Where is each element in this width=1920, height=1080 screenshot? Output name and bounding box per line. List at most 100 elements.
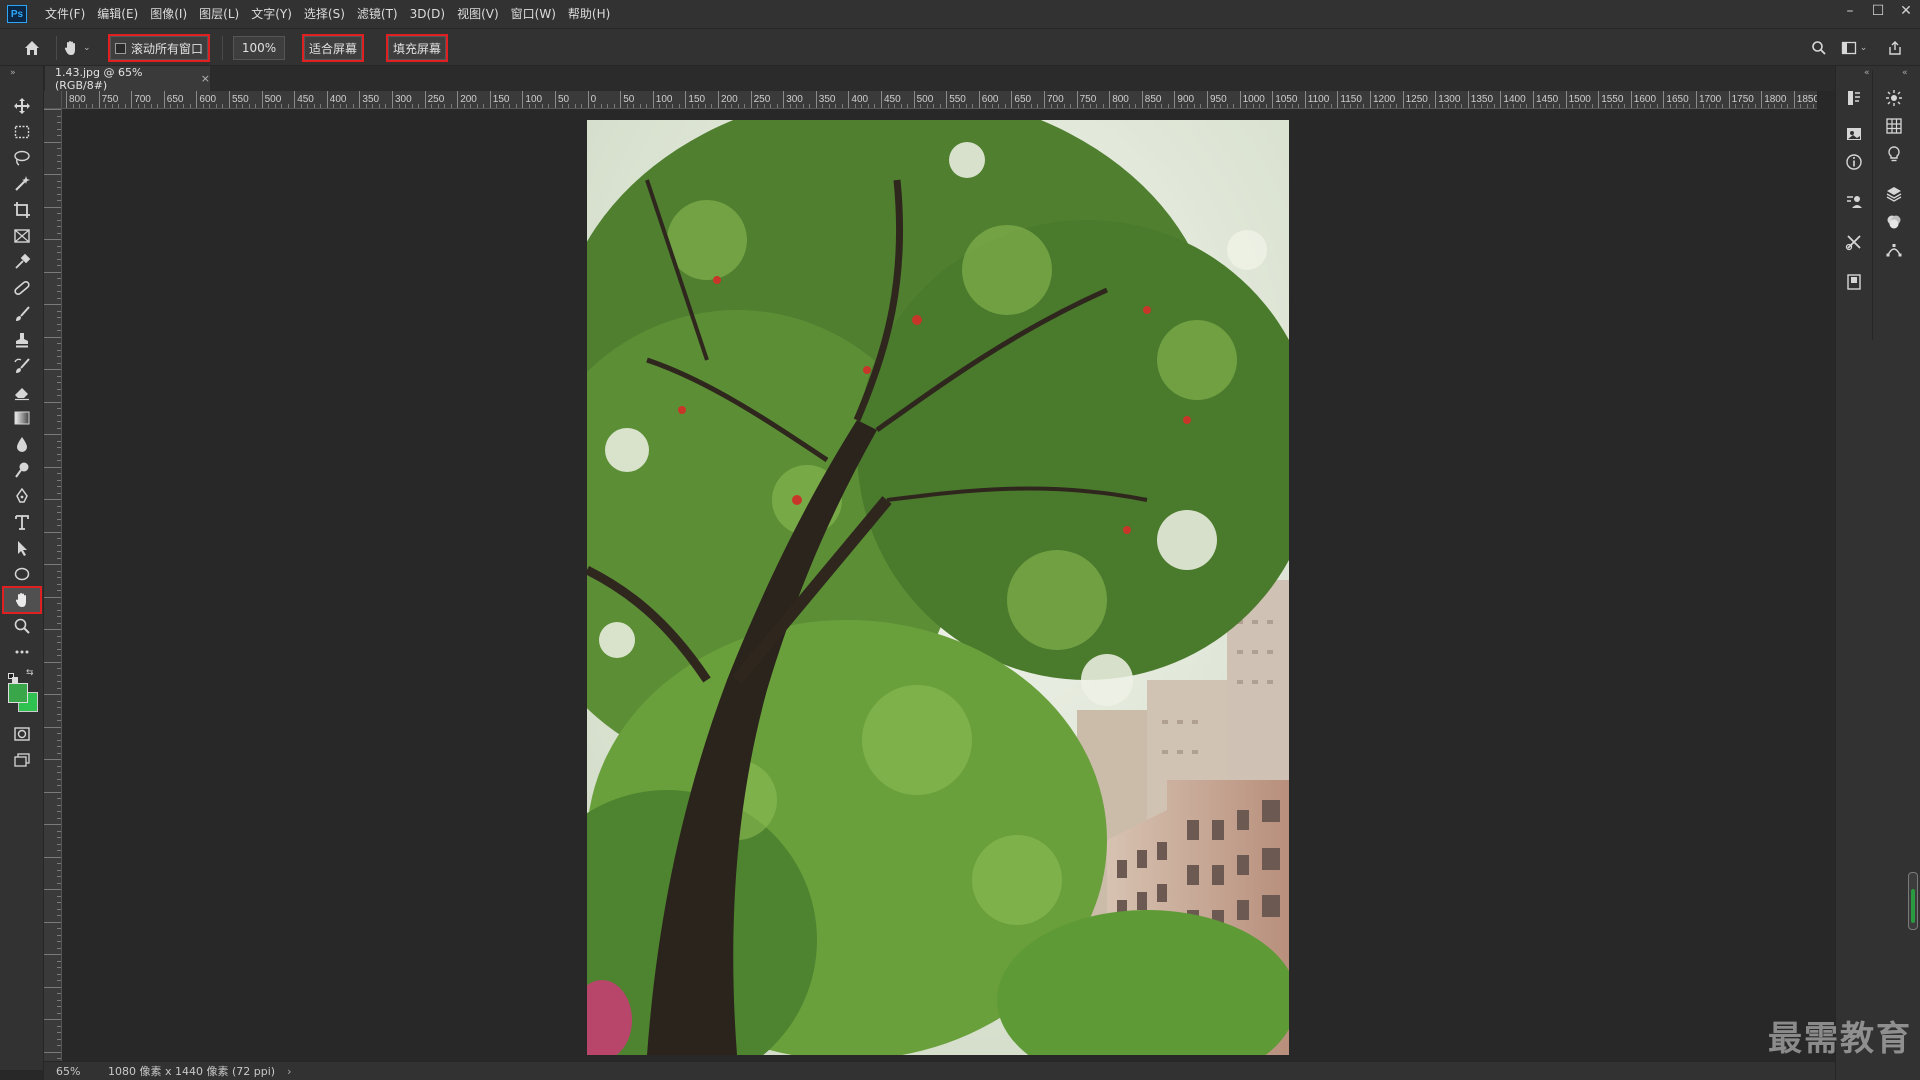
ruler-minor-tick <box>1624 104 1626 108</box>
swap-colors-icon[interactable]: ⇆ <box>26 668 36 678</box>
ruler-minor-tick <box>763 104 765 108</box>
marquee-tool[interactable] <box>4 120 40 144</box>
canvas-area[interactable] <box>62 109 1817 1061</box>
quick-mask-button[interactable] <box>4 722 40 746</box>
healing-brush-tool[interactable] <box>4 276 40 300</box>
collapse-right-arrows-icon[interactable]: « <box>1902 68 1908 78</box>
menu-help[interactable]: 帮助(H) <box>562 0 616 28</box>
share-icon[interactable] <box>1884 37 1906 59</box>
path-selection-tool[interactable] <box>4 536 40 560</box>
ruler-minor-tick <box>1669 104 1671 108</box>
menu-edit[interactable]: 编辑(E) <box>91 0 144 28</box>
screen-mode-button[interactable] <box>4 748 40 772</box>
close-button[interactable]: ✕ <box>1892 0 1920 22</box>
edit-toolbar-button[interactable] <box>4 640 40 664</box>
document-tab[interactable]: 1.43.jpg @ 65%(RGB/8#) × <box>45 66 210 92</box>
character-panel-icon[interactable] <box>1842 190 1866 214</box>
lasso-tool[interactable] <box>4 146 40 170</box>
ruler-major-tick <box>750 91 752 108</box>
frame-tool[interactable] <box>4 224 40 248</box>
gradient-tool[interactable] <box>4 406 40 430</box>
status-zoom[interactable]: 65% <box>56 1065 96 1078</box>
crop-tool[interactable] <box>4 198 40 222</box>
eyedropper-tool[interactable] <box>4 250 40 274</box>
ruler-label: 200 <box>721 94 738 105</box>
workspace-switcher[interactable]: ⌄ <box>1838 37 1870 59</box>
notes-panel-icon[interactable] <box>1842 270 1866 294</box>
history-panel-icon[interactable] <box>1842 86 1866 110</box>
paths-panel-icon[interactable] <box>1882 238 1906 262</box>
menu-image[interactable]: 图像(I) <box>144 0 193 28</box>
foreground-color-swatch[interactable] <box>8 683 28 703</box>
menu-type[interactable]: 文字(Y) <box>245 0 298 28</box>
ruler-minor-tick <box>57 1032 61 1033</box>
hand-tool-preset-picker[interactable]: ⌄ <box>62 37 98 59</box>
ruler-origin[interactable] <box>44 91 62 109</box>
default-colors-icon[interactable] <box>8 668 18 683</box>
menu-view[interactable]: 视图(V) <box>451 0 505 28</box>
ruler-minor-tick <box>1363 104 1365 108</box>
ruler-minor-tick <box>57 609 61 611</box>
zoom-100-button[interactable]: 100% <box>233 36 285 60</box>
ruler-minor-tick <box>320 104 322 108</box>
document-image[interactable] <box>587 120 1289 1055</box>
fill-screen-button[interactable]: 填充屏幕 <box>386 34 448 62</box>
menu-window[interactable]: 窗口(W) <box>505 0 562 28</box>
menu-3d[interactable]: 3D(D) <box>404 0 451 28</box>
ellipse-tool[interactable] <box>4 562 40 586</box>
scroll-all-windows-checkbox[interactable]: 滚动所有窗口 <box>108 34 210 62</box>
ruler-minor-tick <box>57 999 61 1001</box>
ruler-minor-tick <box>57 869 61 871</box>
pen-tool[interactable] <box>4 484 40 508</box>
learn-panel-icon[interactable] <box>1882 142 1906 166</box>
swatches-panel-icon[interactable] <box>1882 114 1906 138</box>
move-tool[interactable] <box>4 94 40 118</box>
blur-tool[interactable] <box>4 432 40 456</box>
type-tool[interactable] <box>4 510 40 534</box>
libraries-panel-icon[interactable] <box>1842 122 1866 146</box>
magic-wand-tool[interactable] <box>4 172 40 196</box>
color-panel-icon[interactable] <box>1882 86 1906 110</box>
panel-scrollbar[interactable] <box>1908 872 1918 930</box>
zoom-tool[interactable] <box>4 614 40 638</box>
eraser-tool[interactable] <box>4 380 40 404</box>
tools-panel: » ⇆ <box>0 66 44 1070</box>
ruler-minor-tick <box>1454 104 1456 108</box>
home-icon[interactable] <box>20 37 44 59</box>
hand-tool[interactable] <box>2 586 42 614</box>
scrollbar-thumb[interactable] <box>1911 889 1915 923</box>
history-brush-tool[interactable] <box>4 354 40 378</box>
fit-screen-button[interactable]: 适合屏幕 <box>302 34 364 62</box>
dodge-tool[interactable] <box>4 458 40 482</box>
minimize-button[interactable]: – <box>1836 0 1864 22</box>
ruler-minor-tick <box>920 104 922 108</box>
brush-tool[interactable] <box>4 302 40 326</box>
menu-file[interactable]: 文件(F) <box>39 0 91 28</box>
ruler-minor-tick <box>372 104 374 108</box>
ruler-minor-tick <box>1135 104 1137 108</box>
ruler-major-tick <box>1435 91 1437 108</box>
tool-presets-panel-icon[interactable] <box>1842 230 1866 254</box>
ruler-minor-tick <box>854 104 856 108</box>
clone-stamp-tool[interactable] <box>4 328 40 352</box>
layers-panel-icon[interactable] <box>1882 182 1906 206</box>
ruler-minor-tick <box>57 642 61 643</box>
collapse-left-arrows-icon[interactable]: « <box>1864 68 1870 78</box>
ruler-minor-tick <box>57 681 61 682</box>
info-panel-icon[interactable] <box>1842 150 1866 174</box>
collapse-arrows-icon[interactable]: » <box>10 68 16 78</box>
ruler-minor-tick <box>346 104 348 108</box>
menu-select[interactable]: 选择(S) <box>298 0 351 28</box>
channels-panel-icon[interactable] <box>1882 210 1906 234</box>
vertical-ruler[interactable] <box>44 109 62 1061</box>
restore-button[interactable]: ☐ <box>1864 0 1892 22</box>
close-tab-icon[interactable]: × <box>201 72 210 85</box>
menu-filter[interactable]: 滤镜(T) <box>351 0 404 28</box>
status-menu-arrow-icon[interactable]: › <box>287 1065 291 1078</box>
search-icon[interactable] <box>1808 37 1830 59</box>
menu-layer[interactable]: 图层(L) <box>193 0 245 28</box>
ruler-minor-tick <box>444 104 446 108</box>
horizontal-ruler[interactable]: 800 750 700 650 600 550 500 450 400 350 300 250 200 1… <box>62 91 1817 109</box>
ruler-minor-tick <box>339 104 341 108</box>
ruler-minor-tick <box>1017 104 1019 108</box>
